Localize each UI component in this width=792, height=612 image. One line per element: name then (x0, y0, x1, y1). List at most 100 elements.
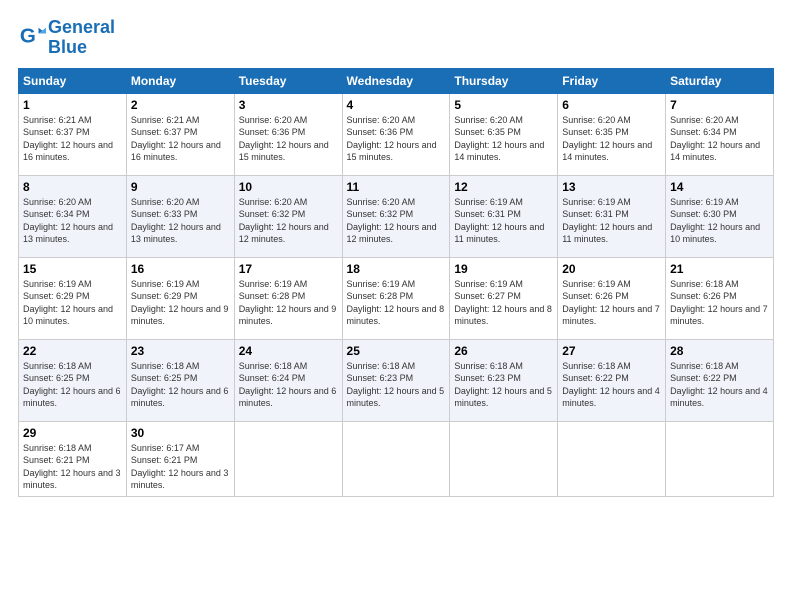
day-info: Sunrise: 6:18 AMSunset: 6:21 PMDaylight:… (23, 442, 122, 492)
day-info: Sunrise: 6:19 AMSunset: 6:31 PMDaylight:… (562, 196, 661, 246)
day-info: Sunrise: 6:19 AMSunset: 6:28 PMDaylight:… (347, 278, 446, 328)
calendar-cell: 23 Sunrise: 6:18 AMSunset: 6:25 PMDayligh… (126, 339, 234, 421)
day-number: 21 (670, 262, 769, 276)
day-number: 3 (239, 98, 338, 112)
calendar-cell: 16 Sunrise: 6:19 AMSunset: 6:29 PMDayligh… (126, 257, 234, 339)
day-number: 29 (23, 426, 122, 440)
day-number: 12 (454, 180, 553, 194)
day-number: 25 (347, 344, 446, 358)
day-number: 19 (454, 262, 553, 276)
day-info: Sunrise: 6:18 AMSunset: 6:22 PMDaylight:… (670, 360, 769, 410)
day-number: 15 (23, 262, 122, 276)
calendar-cell: 2 Sunrise: 6:21 AMSunset: 6:37 PMDaylight… (126, 93, 234, 175)
day-number: 2 (131, 98, 230, 112)
day-number: 6 (562, 98, 661, 112)
day-number: 28 (670, 344, 769, 358)
weekday-header-thursday: Thursday (450, 68, 558, 93)
calendar-cell: 1Sunrise: 6:21 AMSunset: 6:37 PMDaylight… (19, 93, 127, 175)
day-number: 26 (454, 344, 553, 358)
calendar-week-row: 22 Sunrise: 6:18 AMSunset: 6:25 PMDayligh… (19, 339, 774, 421)
day-number: 20 (562, 262, 661, 276)
calendar-cell: 17Sunrise: 6:19 AMSunset: 6:28 PMDayligh… (234, 257, 342, 339)
weekday-header-monday: Monday (126, 68, 234, 93)
day-info: Sunrise: 6:19 AMSunset: 6:26 PMDaylight:… (562, 278, 661, 328)
day-number: 7 (670, 98, 769, 112)
day-number: 14 (670, 180, 769, 194)
calendar-cell (342, 421, 450, 496)
day-info: Sunrise: 6:20 AMSunset: 6:33 PMDaylight:… (131, 196, 230, 246)
day-info: Sunrise: 6:20 AMSunset: 6:36 PMDaylight:… (347, 114, 446, 164)
day-info: Sunrise: 6:20 AMSunset: 6:35 PMDaylight:… (454, 114, 553, 164)
calendar-cell: 3 Sunrise: 6:20 AMSunset: 6:36 PMDaylight… (234, 93, 342, 175)
logo-text: General Blue (48, 18, 115, 58)
calendar-cell: 18Sunrise: 6:19 AMSunset: 6:28 PMDayligh… (342, 257, 450, 339)
day-number: 5 (454, 98, 553, 112)
calendar-cell (558, 421, 666, 496)
calendar-week-row: 8Sunrise: 6:20 AMSunset: 6:34 PMDaylight… (19, 175, 774, 257)
day-number: 22 (23, 344, 122, 358)
calendar-table: SundayMondayTuesdayWednesdayThursdayFrid… (18, 68, 774, 497)
calendar-cell: 13Sunrise: 6:19 AMSunset: 6:31 PMDayligh… (558, 175, 666, 257)
calendar-cell: 6 Sunrise: 6:20 AMSunset: 6:35 PMDaylight… (558, 93, 666, 175)
day-info: Sunrise: 6:21 AMSunset: 6:37 PMDaylight:… (131, 114, 230, 164)
calendar-cell: 25Sunrise: 6:18 AMSunset: 6:23 PMDayligh… (342, 339, 450, 421)
day-number: 9 (131, 180, 230, 194)
day-info: Sunrise: 6:18 AMSunset: 6:23 PMDaylight:… (454, 360, 553, 410)
day-number: 23 (131, 344, 230, 358)
header: G General Blue (18, 18, 774, 58)
day-info: Sunrise: 6:19 AMSunset: 6:31 PMDaylight:… (454, 196, 553, 246)
calendar-cell: 5 Sunrise: 6:20 AMSunset: 6:35 PMDaylight… (450, 93, 558, 175)
day-info: Sunrise: 6:17 AMSunset: 6:21 PMDaylight:… (131, 442, 230, 492)
calendar-cell: 9 Sunrise: 6:20 AMSunset: 6:33 PMDaylight… (126, 175, 234, 257)
calendar-cell: 19Sunrise: 6:19 AMSunset: 6:27 PMDayligh… (450, 257, 558, 339)
calendar-cell: 8Sunrise: 6:20 AMSunset: 6:34 PMDaylight… (19, 175, 127, 257)
day-info: Sunrise: 6:18 AMSunset: 6:22 PMDaylight:… (562, 360, 661, 410)
calendar-cell: 21 Sunrise: 6:18 AMSunset: 6:26 PMDayligh… (666, 257, 774, 339)
calendar-cell: 28 Sunrise: 6:18 AMSunset: 6:22 PMDayligh… (666, 339, 774, 421)
calendar-cell: 27 Sunrise: 6:18 AMSunset: 6:22 PMDayligh… (558, 339, 666, 421)
logo-icon: G (18, 24, 46, 52)
calendar-cell: 4 Sunrise: 6:20 AMSunset: 6:36 PMDaylight… (342, 93, 450, 175)
day-info: Sunrise: 6:18 AMSunset: 6:25 PMDaylight:… (131, 360, 230, 410)
calendar-cell: 12 Sunrise: 6:19 AMSunset: 6:31 PMDayligh… (450, 175, 558, 257)
svg-text:G: G (20, 24, 36, 47)
day-number: 16 (131, 262, 230, 276)
day-number: 24 (239, 344, 338, 358)
day-number: 11 (347, 180, 446, 194)
day-number: 27 (562, 344, 661, 358)
calendar-cell: 26 Sunrise: 6:18 AMSunset: 6:23 PMDayligh… (450, 339, 558, 421)
weekday-header-row: SundayMondayTuesdayWednesdayThursdayFrid… (19, 68, 774, 93)
calendar-cell: 30 Sunrise: 6:17 AMSunset: 6:21 PMDayligh… (126, 421, 234, 496)
day-info: Sunrise: 6:20 AMSunset: 6:32 PMDaylight:… (347, 196, 446, 246)
calendar-cell: 24 Sunrise: 6:18 AMSunset: 6:24 PMDayligh… (234, 339, 342, 421)
day-number: 8 (23, 180, 122, 194)
page: G General Blue SundayMondayTuesdayWednes… (0, 0, 792, 612)
day-info: Sunrise: 6:18 AMSunset: 6:25 PMDaylight:… (23, 360, 122, 410)
day-number: 4 (347, 98, 446, 112)
calendar-cell: 20 Sunrise: 6:19 AMSunset: 6:26 PMDayligh… (558, 257, 666, 339)
calendar-cell (234, 421, 342, 496)
logo: G General Blue (18, 18, 115, 58)
day-info: Sunrise: 6:19 AMSunset: 6:29 PMDaylight:… (131, 278, 230, 328)
weekday-header-wednesday: Wednesday (342, 68, 450, 93)
day-info: Sunrise: 6:20 AMSunset: 6:36 PMDaylight:… (239, 114, 338, 164)
day-number: 17 (239, 262, 338, 276)
day-number: 1 (23, 98, 122, 112)
calendar-week-row: 29 Sunrise: 6:18 AMSunset: 6:21 PMDayligh… (19, 421, 774, 496)
weekday-header-sunday: Sunday (19, 68, 127, 93)
calendar-cell (666, 421, 774, 496)
calendar-week-row: 1 Sunrise: 6:21 AMSunset: 6:37 PMDaylight… (19, 93, 774, 175)
calendar-cell (450, 421, 558, 496)
calendar-cell: 11 Sunrise: 6:20 AMSunset: 6:32 PMDayligh… (342, 175, 450, 257)
day-number: 30 (131, 426, 230, 440)
calendar-cell: 22 Sunrise: 6:18 AMSunset: 6:25 PMDayligh… (19, 339, 127, 421)
day-info: Sunrise: 6:19 AMSunset: 6:29 PMDaylight:… (23, 278, 122, 328)
day-info: Sunrise: 6:18 AMSunset: 6:26 PMDaylight:… (670, 278, 769, 328)
weekday-header-tuesday: Tuesday (234, 68, 342, 93)
weekday-header-saturday: Saturday (666, 68, 774, 93)
day-info: Sunrise: 6:19 AMSunset: 6:30 PMDaylight:… (670, 196, 769, 246)
day-info: Sunrise: 6:18 AMSunset: 6:24 PMDaylight:… (239, 360, 338, 410)
day-number: 10 (239, 180, 338, 194)
day-info: Sunrise: 6:20 AMSunset: 6:35 PMDaylight:… (562, 114, 661, 164)
day-info: Sunrise: 6:20 AMSunset: 6:32 PMDaylight:… (239, 196, 338, 246)
